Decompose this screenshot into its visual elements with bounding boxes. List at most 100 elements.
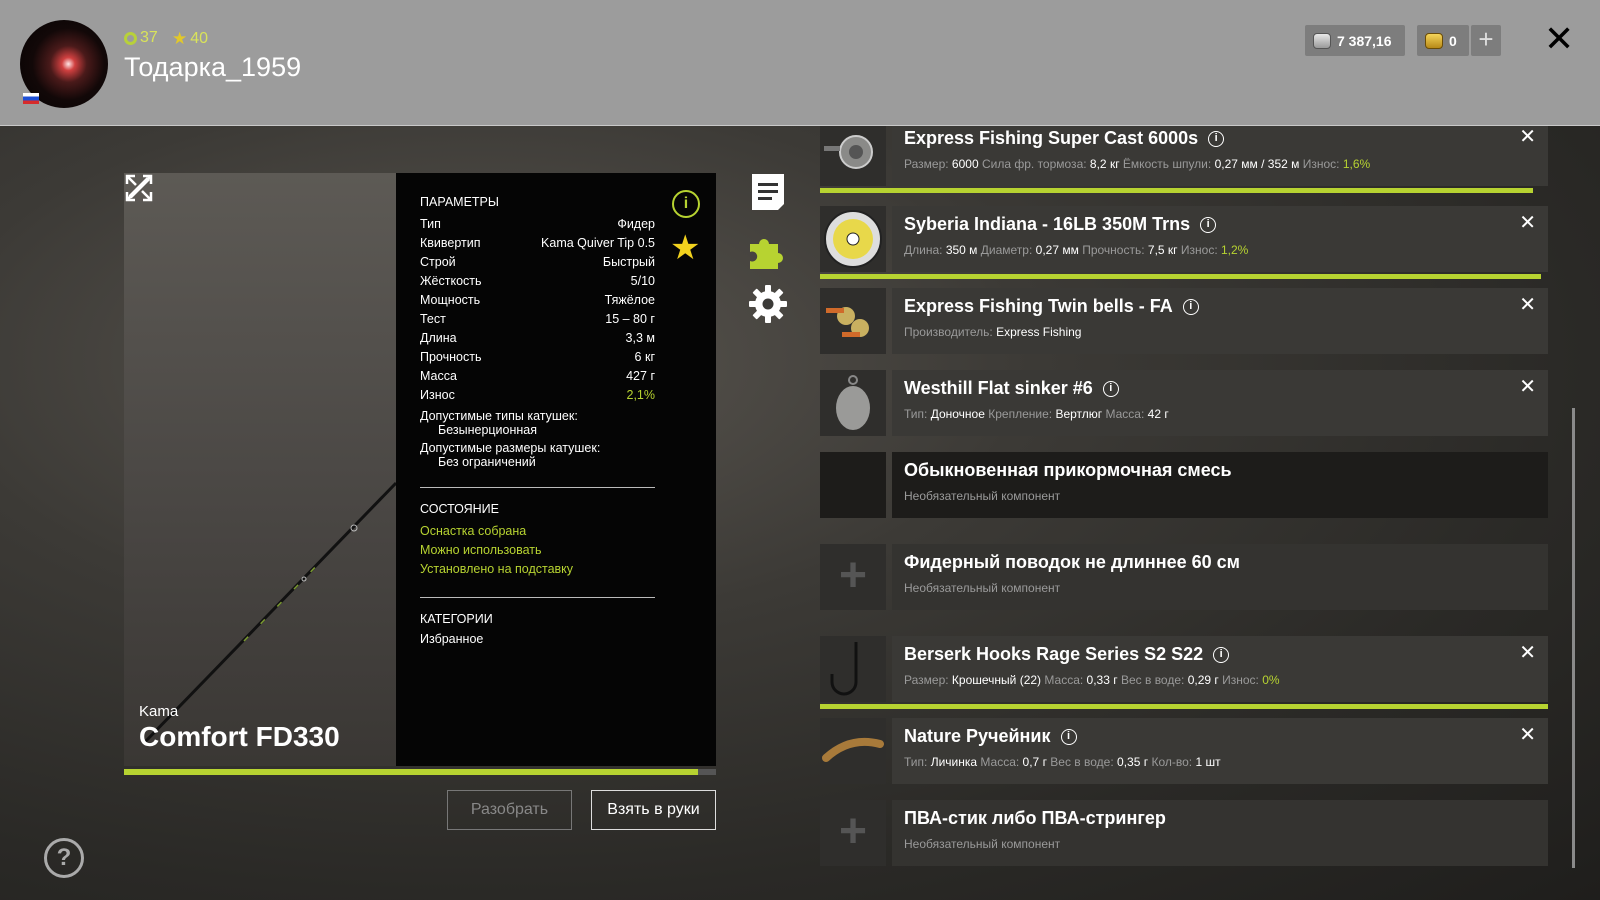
russia-flag-icon (23, 93, 39, 104)
equipment-details: Длина: 350 м Диаметр: 0,27 мм Прочность:… (904, 243, 1536, 257)
remove-item-icon[interactable]: ✕ (1519, 374, 1536, 399)
equipment-details: Размер: Крошечный (22) Масса: 0,33 г Вес… (904, 673, 1536, 687)
remove-item-icon[interactable]: ✕ (1519, 126, 1536, 149)
equipment-name: Express Fishing Twin bells - FA (904, 296, 1173, 316)
parameter-value: 2,1% (626, 388, 656, 402)
equipment-slot-body[interactable]: Express Fishing Twin bells - FA i Производ… (892, 288, 1548, 354)
equipment-slot[interactable]: Nature Ручейник i Тип: Личинка Масса: 0,7 … (820, 718, 1548, 784)
parameter-value: 6 кг (634, 350, 655, 364)
equipment-slot-body[interactable]: Berserk Hooks Rage Series S2 S22 i Размер:… (892, 636, 1548, 702)
remove-item-icon[interactable]: ✕ (1519, 210, 1536, 235)
info-icon[interactable]: i (1213, 646, 1230, 663)
help-icon[interactable]: ? (44, 838, 84, 878)
puzzle-icon[interactable] (748, 230, 788, 270)
rating-stat: ★ 40 (172, 29, 208, 49)
item-thumbnail[interactable] (820, 718, 886, 784)
equipment-slot-body[interactable]: Фидерный поводок не длиннее 60 см Необяза… (892, 544, 1548, 610)
rod-preview: Kama Comfort FD330 (124, 173, 396, 766)
equipment-slot[interactable]: Syberia Indiana - 16LB 350M Trns i Длина: … (820, 206, 1548, 279)
detail-label: Масса: (1044, 673, 1084, 687)
parameter-value: Фидер (617, 217, 655, 231)
edit-pencil-icon[interactable] (124, 173, 154, 203)
scrollbar[interactable] (1572, 408, 1575, 868)
parameter-row: Масса 427 г (420, 367, 655, 386)
detail-label: Масса: (1105, 407, 1145, 421)
take-in-hands-button[interactable]: Взять в руки (591, 790, 716, 830)
equipment-slot-body[interactable]: Westhill Flat sinker #6 i Тип: Доночное Кр… (892, 370, 1548, 436)
rod-condition-fill (124, 769, 699, 775)
remove-item-icon[interactable]: ✕ (1519, 722, 1536, 747)
parameter-value: 427 г (626, 369, 655, 383)
detail-value: Личинка (930, 755, 978, 769)
close-icon[interactable]: ✕ (1544, 18, 1574, 60)
detail-value: Доночное (930, 407, 985, 421)
equipment-name: Обыкновенная прикормочная смесь (904, 460, 1232, 480)
item-thumbnail[interactable] (820, 452, 886, 518)
equipment-name: Фидерный поводок не длиннее 60 см (904, 552, 1240, 572)
parameter-label: Износ (420, 388, 455, 402)
equipment-slot[interactable]: Berserk Hooks Rage Series S2 S22 i Размер:… (820, 636, 1548, 709)
equipment-details: Тип: Доночное Крепление: Вертлюг Масса: … (904, 407, 1536, 421)
item-thumbnail[interactable] (820, 636, 886, 702)
equipment-title: Nature Ручейник i (904, 726, 1536, 747)
info-icon[interactable]: i (1060, 728, 1077, 745)
item-condition-bar (820, 274, 1541, 279)
remove-item-icon[interactable]: ✕ (1519, 292, 1536, 317)
parameter-value: 3,3 м (625, 331, 655, 345)
parameter-row: Жёсткость 5/10 (420, 272, 655, 291)
item-thumbnail[interactable] (820, 370, 886, 436)
parameters-panel: ПАРАМЕТРЫ Тип Фидер Квивертип Kama Quiver T… (396, 173, 716, 766)
info-icon[interactable]: i (1208, 130, 1225, 147)
detail-label: Диаметр: (980, 243, 1033, 257)
detail-label: Сила фр. тормоза: (981, 157, 1087, 171)
equipment-name: Westhill Flat sinker #6 (904, 378, 1093, 398)
item-condition-bar (820, 704, 1548, 709)
info-icon[interactable]: i (1182, 298, 1199, 315)
item-thumbnail[interactable] (820, 126, 886, 186)
parameter-label: Тест (420, 312, 446, 326)
add-item-icon[interactable]: + (820, 544, 886, 610)
equipment-slot-body[interactable]: Syberia Indiana - 16LB 350M Trns i Длина: … (892, 206, 1548, 272)
info-icon[interactable]: i (1102, 380, 1119, 397)
gold-coins-icon (1425, 32, 1443, 49)
parameters-heading: ПАРАМЕТРЫ (420, 195, 499, 209)
add-gold-button[interactable]: + (1471, 25, 1501, 56)
silver-coins-icon (1313, 32, 1331, 49)
parameter-row: Тип Фидер (420, 215, 655, 234)
detail-value: 0,33 г (1086, 673, 1118, 687)
item-thumbnail[interactable] (820, 206, 886, 272)
detail-label: Износ: (1180, 243, 1218, 257)
add-item-icon[interactable]: + (820, 800, 886, 866)
gear-icon[interactable] (748, 284, 788, 324)
equipment-slot[interactable]: + ПВА-стик либо ПВА-стрингер Необязательны… (820, 800, 1548, 866)
info-icon[interactable]: i (672, 190, 700, 218)
equipment-slot-body[interactable]: ПВА-стик либо ПВА-стрингер Необязательный… (892, 800, 1548, 866)
equipment-slot-body[interactable]: Обыкновенная прикормочная смесь Необязате… (892, 452, 1548, 518)
disassemble-button[interactable]: Разобрать (447, 790, 572, 830)
equipment-details: Размер: 6000 Сила фр. тормоза: 8,2 кг Ём… (904, 157, 1536, 171)
remove-item-icon[interactable]: ✕ (1519, 640, 1536, 665)
notes-icon[interactable] (748, 172, 788, 212)
equipment-details: Тип: Личинка Масса: 0,7 г Вес в воде: 0,… (904, 755, 1536, 769)
equipment-slot[interactable]: Обыкновенная прикормочная смесь Необязате… (820, 452, 1548, 518)
equipment-slot[interactable]: + Фидерный поводок не длиннее 60 см Необяз… (820, 544, 1548, 610)
detail-value: Express Fishing (996, 325, 1082, 339)
equipment-slot[interactable]: Westhill Flat sinker #6 i Тип: Доночное Кр… (820, 370, 1548, 436)
username: Тодарка_1959 (124, 52, 302, 82)
info-icon[interactable]: i (1200, 216, 1217, 233)
favorite-star-icon[interactable]: ★ (670, 228, 700, 268)
equipment-slot-body[interactable]: Express Fishing Super Cast 6000s i Размер:… (892, 126, 1548, 186)
reel-sizes: Допустимые размеры катушек: Без ограниче… (420, 441, 655, 469)
rating-star-icon: ★ (172, 29, 188, 48)
silver-value: 7 387,16 (1337, 32, 1392, 49)
equipment-slot-body[interactable]: Nature Ручейник i Тип: Личинка Масса: 0,7 … (892, 718, 1548, 784)
rod-condition-bar (124, 769, 716, 775)
equipment-slot[interactable]: Express Fishing Super Cast 6000s i Размер:… (820, 126, 1548, 193)
item-thumbnail[interactable] (820, 288, 886, 354)
divider (420, 487, 655, 488)
parameter-value: Тяжёлое (604, 293, 655, 307)
equipment-title: Westhill Flat sinker #6 i (904, 378, 1536, 399)
equipment-slot[interactable]: Express Fishing Twin bells - FA i Производ… (820, 288, 1548, 354)
parameter-value: 5/10 (630, 274, 655, 288)
level-stat: 37 (124, 29, 158, 47)
